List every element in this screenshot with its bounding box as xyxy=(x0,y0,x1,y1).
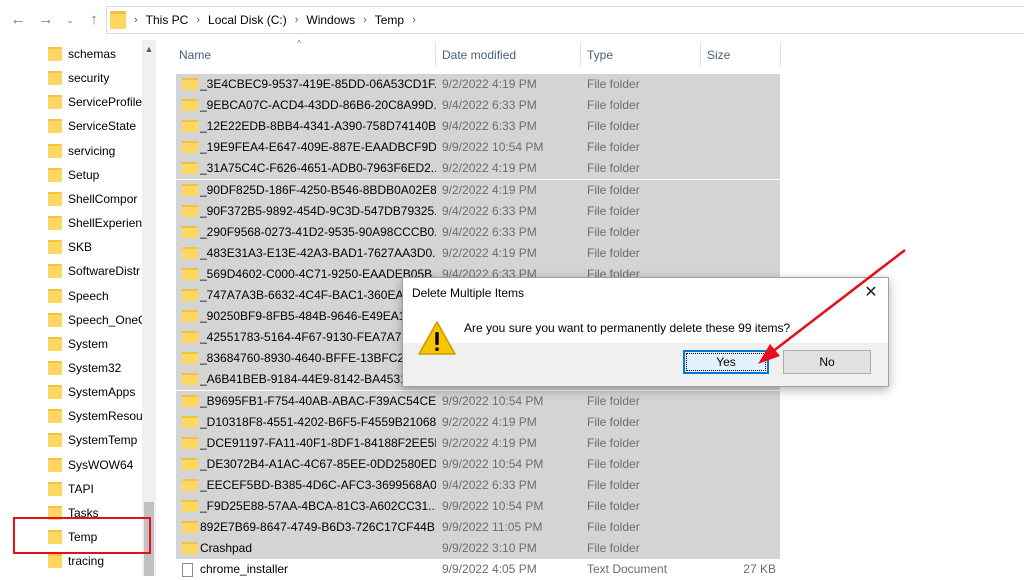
annotation-arrow-line xyxy=(771,249,906,353)
annotation-arrow xyxy=(758,249,906,364)
